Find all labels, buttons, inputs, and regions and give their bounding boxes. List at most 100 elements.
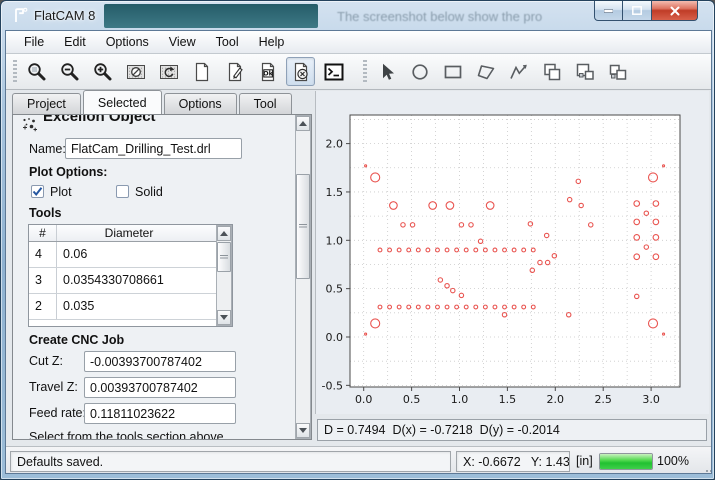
scroll-down-button[interactable] — [217, 310, 231, 325]
name-input[interactable] — [65, 138, 242, 159]
flatcam-window: The screenshot below show the pro FlatCA… — [0, 0, 715, 480]
draw-path-button[interactable] — [504, 57, 533, 86]
maximize-button[interactable] — [623, 1, 652, 21]
draw-polygon-icon — [475, 61, 497, 83]
save-project-button[interactable]: Ok — [253, 57, 282, 86]
draw-circle-button[interactable] — [405, 57, 434, 86]
tool-row[interactable]: 20.035 — [29, 294, 232, 320]
cut-z-label: Cut Z: — [29, 354, 63, 368]
plot-checkbox-label[interactable]: Plot — [50, 185, 72, 199]
zoom-in-button[interactable] — [88, 57, 117, 86]
draw-circle-icon — [409, 61, 431, 83]
solid-checkbox[interactable] — [116, 185, 129, 198]
zoom-out-button[interactable] — [55, 57, 84, 86]
travel-z-label: Travel Z: — [29, 380, 78, 394]
scroll-thumb[interactable] — [296, 174, 310, 279]
svg-text:1.0: 1.0 — [326, 234, 344, 247]
tab-project[interactable]: Project — [12, 93, 81, 114]
tool-row[interactable]: 40.06 — [29, 242, 232, 268]
tool-number-cell[interactable]: 3 — [29, 268, 57, 293]
tools-table: # Diameter 40.0630.035433070866120.035 — [28, 224, 233, 327]
toolbar-drag-handle[interactable] — [13, 60, 17, 84]
scroll-up-button[interactable] — [217, 226, 231, 241]
toolbar-drag-handle[interactable] — [363, 60, 367, 84]
titlebar[interactable]: The screenshot below show the pro FlatCA… — [1, 1, 714, 30]
shell-button[interactable] — [319, 57, 348, 86]
menu-file[interactable]: File — [14, 32, 54, 52]
open-project-icon — [224, 61, 246, 83]
draw-rectangle-icon — [442, 61, 464, 83]
draw-rectangle-button[interactable] — [438, 57, 467, 86]
zoom-fit-icon — [26, 61, 48, 83]
copy-geometry-button[interactable] — [570, 57, 599, 86]
draw-path-icon — [508, 61, 530, 83]
scroll-thumb[interactable] — [217, 242, 231, 272]
tools-table-scrollbar[interactable] — [216, 225, 232, 326]
menu-help[interactable]: Help — [249, 32, 295, 52]
column-header-number[interactable]: # — [29, 225, 57, 241]
copy-objects-icon — [541, 61, 563, 83]
draw-polygon-button[interactable] — [471, 57, 500, 86]
tab-options[interactable]: Options — [164, 93, 237, 114]
close-button[interactable] — [652, 1, 698, 21]
feed-rate-input[interactable] — [84, 403, 236, 424]
tab-tool[interactable]: Tool — [239, 93, 292, 114]
plot-checkbox[interactable] — [31, 185, 44, 198]
feed-rate-label: Feed rate: — [29, 406, 86, 420]
tool-diameter-cell[interactable]: 0.06 — [57, 242, 201, 267]
menu-bar: FileEditOptionsViewToolHelp — [6, 31, 711, 54]
new-project-button[interactable] — [187, 57, 216, 86]
tool-row[interactable]: 30.0354330708661 — [29, 268, 232, 294]
screen-artifact-box — [104, 4, 318, 28]
svg-text:-0.5: -0.5 — [322, 379, 343, 392]
menu-tool[interactable]: Tool — [206, 32, 249, 52]
units-indicator: [in] — [576, 454, 593, 468]
minimize-button[interactable] — [594, 1, 623, 21]
select-tool-button[interactable] — [372, 57, 401, 86]
copy-objects-button[interactable] — [537, 57, 566, 86]
plot-options-label: Plot Options: — [29, 165, 107, 179]
column-header-diameter[interactable]: Diameter — [57, 225, 201, 241]
tools-table-header: # Diameter — [29, 225, 232, 242]
svg-text:3.0: 3.0 — [642, 393, 660, 406]
status-bar: Defaults saved. X: -0.6672 Y: 1.4359 [in… — [6, 446, 711, 474]
svg-text:0.5: 0.5 — [326, 283, 344, 296]
menu-view[interactable]: View — [159, 32, 206, 52]
name-label: Name: — [29, 142, 66, 156]
status-message: Defaults saved. — [10, 451, 451, 472]
new-project-icon — [191, 61, 213, 83]
menu-edit[interactable]: Edit — [54, 32, 96, 52]
plot-canvas[interactable]: 0.00.51.01.52.02.53.0-0.50.00.51.01.52.0 — [315, 91, 709, 414]
duplicate-object-button[interactable] — [603, 57, 632, 86]
scroll-up-button[interactable] — [296, 116, 310, 131]
progress-fill — [600, 454, 652, 469]
tool-diameter-cell[interactable]: 0.0354330708661 — [57, 268, 201, 293]
svg-text:2.0: 2.0 — [326, 138, 344, 151]
replot-button[interactable] — [154, 57, 183, 86]
solid-checkbox-label[interactable]: Solid — [135, 185, 163, 199]
tool-number-cell[interactable]: 4 — [29, 242, 57, 267]
scroll-down-button[interactable] — [296, 423, 310, 438]
clear-plot-button[interactable] — [121, 57, 150, 86]
resize-grip[interactable] — [706, 470, 708, 472]
travel-z-input[interactable] — [84, 377, 236, 398]
drill-plot[interactable]: 0.00.51.01.52.02.53.0-0.50.00.51.01.52.0 — [316, 91, 710, 414]
app-body: FileEditOptionsViewToolHelp Ok ProjectSe… — [5, 30, 712, 474]
tab-selected[interactable]: Selected — [83, 90, 162, 114]
svg-text:0.0: 0.0 — [326, 331, 344, 344]
zoom-fit-button[interactable] — [22, 57, 51, 86]
delete-object-button[interactable] — [286, 57, 315, 86]
cut-z-input[interactable] — [84, 351, 236, 372]
panel-scrollbar[interactable] — [295, 115, 311, 439]
open-project-button[interactable] — [220, 57, 249, 86]
menu-options[interactable]: Options — [96, 32, 159, 52]
svg-text:0.5: 0.5 — [403, 393, 421, 406]
window-title: FlatCAM 8 — [34, 8, 95, 23]
shell-icon — [323, 61, 345, 83]
toolbar: Ok — [6, 54, 711, 90]
work-area: ProjectSelectedOptionsTool Excellon Obje… — [6, 90, 711, 446]
tool-number-cell[interactable]: 2 — [29, 294, 57, 319]
tool-diameter-cell[interactable]: 0.035 — [57, 294, 201, 319]
panel-title-clip: Excellon Object — [43, 115, 243, 129]
geometry-toolbar — [356, 54, 640, 89]
